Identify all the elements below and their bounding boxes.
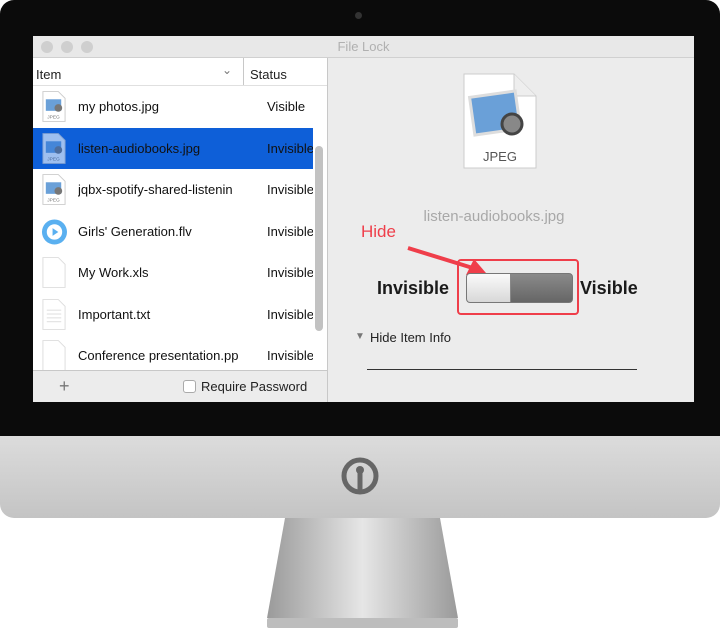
video-player-icon — [41, 218, 67, 244]
visible-label: Visible — [580, 278, 638, 298]
file-status: Invisible — [267, 306, 313, 322]
file-status: Invisible — [267, 265, 313, 280]
annotation-highlight-box — [457, 259, 579, 315]
file-status: Visible — [267, 99, 306, 114]
file-status: Invisible — [267, 182, 313, 197]
file-list-pane: Item ⌄ Status JPEG my photos.jpg Visible… — [33, 58, 328, 402]
blank-file-icon — [42, 257, 66, 288]
table-row[interactable]: My Work.xls Invisible — [33, 252, 313, 293]
file-status: Invisible — [267, 348, 313, 363]
file-name: Important.txt — [78, 306, 151, 322]
chevron-down-icon[interactable]: ⌄ — [222, 63, 232, 77]
window-title: File Lock — [337, 39, 390, 54]
zoom-button[interactable] — [81, 41, 93, 53]
close-button[interactable] — [41, 41, 53, 53]
table-row[interactable]: Important.txt Invisible — [33, 294, 313, 335]
scrollbar[interactable] — [315, 146, 323, 331]
file-name: Girls' Generation.flv — [78, 223, 192, 239]
imac-chin — [0, 436, 720, 518]
jpeg-file-icon: JPEG — [42, 174, 66, 205]
file-status: Invisible — [267, 140, 313, 156]
annotation-hide-label: Hide — [361, 222, 396, 241]
bottom-bar: + Require Password — [33, 370, 327, 402]
app-window: File Lock Item ⌄ Status JPEG my photos.j… — [33, 36, 694, 402]
svg-text:JPEG: JPEG — [47, 156, 60, 162]
text-file-icon — [42, 298, 66, 330]
file-type-label: JPEG — [483, 149, 517, 164]
svg-text:JPEG: JPEG — [47, 198, 60, 204]
blank-file-icon — [42, 340, 66, 371]
jpeg-file-icon: JPEG — [42, 91, 66, 122]
require-password-checkbox[interactable] — [183, 380, 196, 393]
divider — [367, 369, 637, 370]
table-header: Item ⌄ Status — [33, 58, 327, 86]
minimize-button[interactable] — [61, 41, 73, 53]
file-name: jqbx-spotify-shared-listenin — [78, 182, 233, 197]
file-name: My Work.xls — [78, 265, 149, 280]
invisible-label: Invisible — [377, 278, 450, 298]
column-header-item[interactable]: Item — [36, 67, 61, 82]
column-header-status[interactable]: Status — [250, 67, 287, 82]
file-name: my photos.jpg — [78, 99, 159, 114]
table-row[interactable]: JPEG my photos.jpg Visible — [33, 86, 313, 127]
detail-pane: JPEG listen-audiobooks.jpg Hide Invisibl… — [329, 58, 694, 402]
require-password-label[interactable]: Require Password — [201, 379, 307, 394]
imac-stand — [267, 518, 458, 628]
jpeg-file-icon: JPEG — [42, 132, 66, 164]
file-lock-logo-icon — [341, 457, 379, 495]
disclosure-triangle-icon[interactable]: ▼ — [355, 331, 365, 342]
file-status: Invisible — [267, 223, 313, 239]
column-divider[interactable] — [243, 58, 244, 85]
table-row[interactable]: JPEG jqbx-spotify-shared-listenin Invisi… — [33, 169, 313, 210]
table-row[interactable]: Girls' Generation.flv Invisible — [33, 211, 313, 252]
camera — [355, 12, 362, 19]
file-name: listen-audiobooks.jpg — [78, 140, 201, 156]
jpeg-large-file-icon: JPEG — [463, 73, 537, 169]
file-name: Conference presentation.pp — [78, 348, 239, 363]
table-row[interactable]: JPEG listen-audiobooks.jpg Invisible — [33, 127, 313, 169]
title-bar: File Lock — [33, 36, 694, 58]
hide-item-info-toggle[interactable]: Hide Item Info — [370, 330, 451, 345]
svg-text:JPEG: JPEG — [47, 115, 60, 121]
add-button[interactable]: + — [59, 376, 70, 397]
